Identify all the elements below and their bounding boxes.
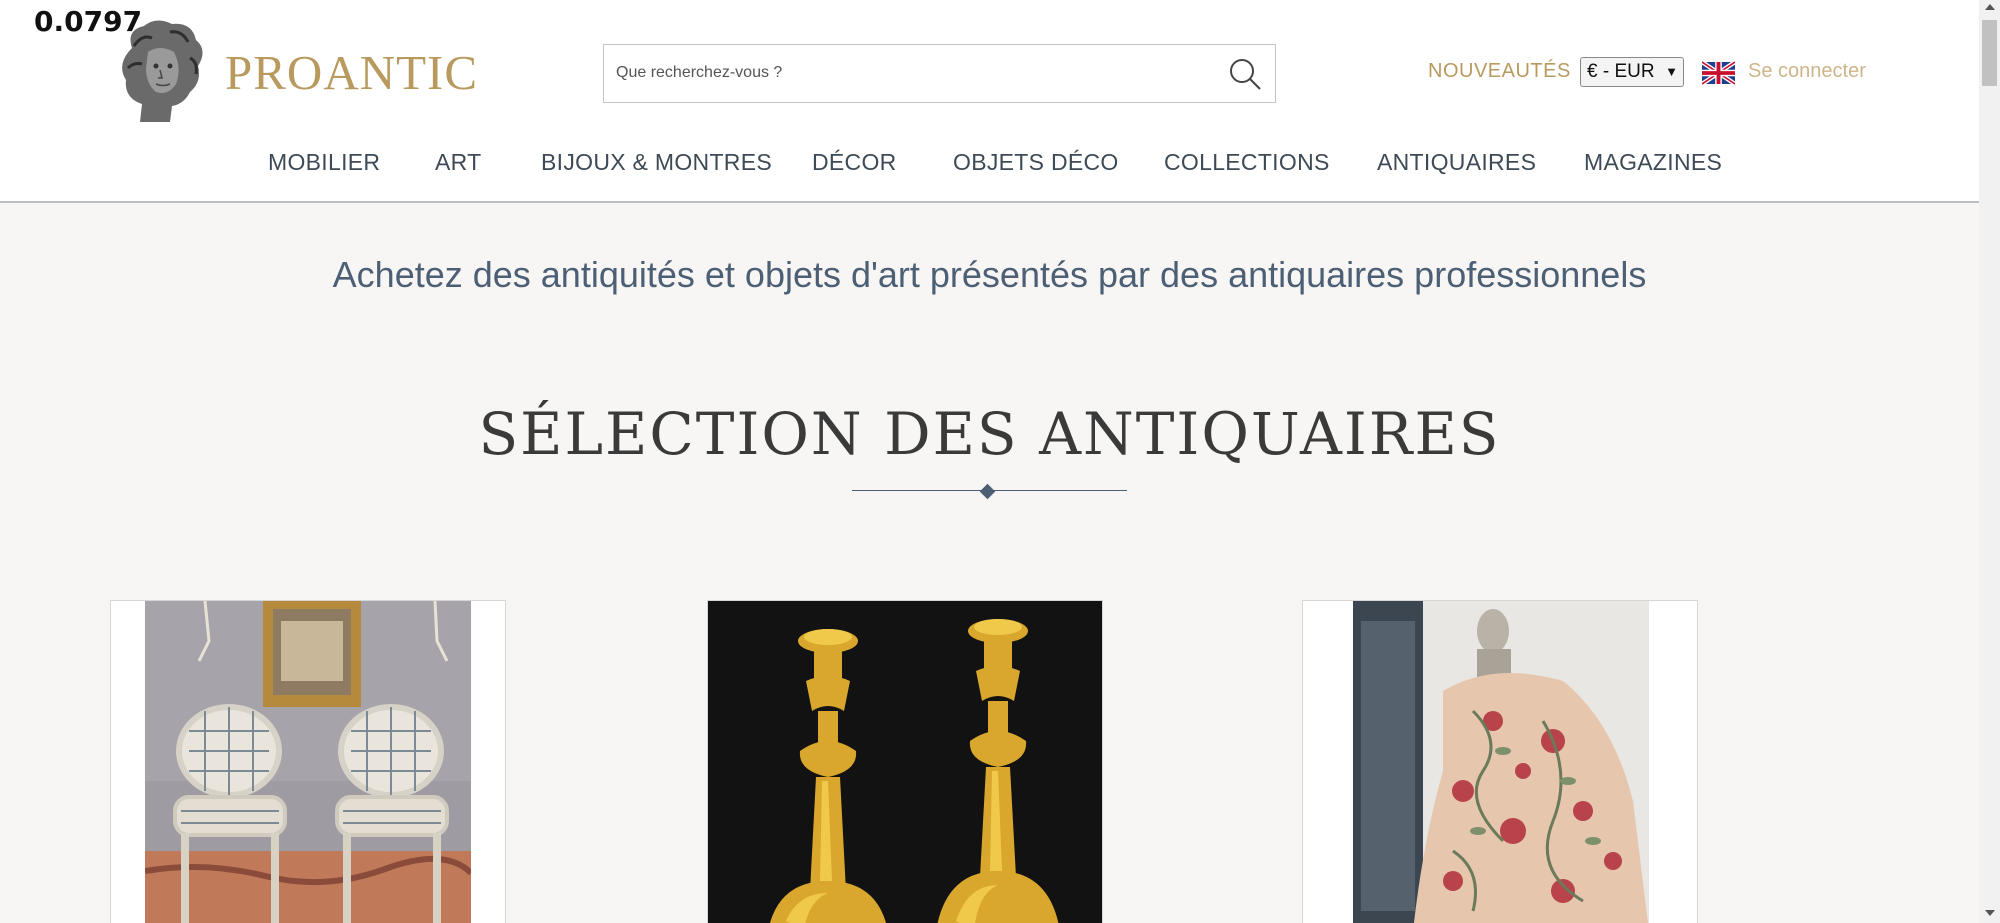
- overlay-score: 0.0797: [34, 5, 143, 38]
- product-card-chairs[interactable]: [110, 600, 506, 923]
- search-icon[interactable]: [1225, 54, 1265, 94]
- nav-item-collections[interactable]: COLLECTIONS: [1164, 149, 1330, 176]
- nav-item-magazines[interactable]: MAGAZINES: [1584, 149, 1722, 176]
- scroll-up-arrow-icon[interactable]: [1985, 4, 1995, 10]
- search-input[interactable]: [616, 45, 1206, 101]
- title-diamond-ornament: [979, 483, 996, 500]
- nav-item-mobilier[interactable]: MOBILIER: [268, 149, 380, 176]
- product-card-textile[interactable]: [1302, 600, 1698, 923]
- chairs-image[interactable]: [145, 601, 471, 923]
- chevron-down-icon: ▼: [1665, 64, 1678, 79]
- scroll-down-arrow-icon[interactable]: [1985, 910, 1995, 916]
- page-scrollbar[interactable]: [1979, 0, 2000, 923]
- brand-name[interactable]: PROANTIC: [225, 44, 478, 101]
- nav-item-objets-deco[interactable]: OBJETS DÉCO: [953, 149, 1119, 176]
- uk-flag-icon[interactable]: [1702, 61, 1735, 85]
- nav-item-bijoux-montres[interactable]: BIJOUX & MONTRES: [541, 149, 772, 176]
- candlesticks-image[interactable]: [708, 601, 1103, 923]
- currency-select[interactable]: € - EUR ▼: [1580, 57, 1684, 87]
- site-header: PROANTIC NOUVEAUTÉS € - EUR ▼ Se connect…: [0, 0, 1979, 203]
- nav-item-decor[interactable]: DÉCOR: [812, 149, 897, 176]
- scroll-thumb[interactable]: [1982, 20, 1997, 86]
- nav-item-antiquaires[interactable]: ANTIQUAIRES: [1377, 149, 1536, 176]
- currency-value: € - EUR: [1587, 61, 1655, 82]
- nav-item-art[interactable]: ART: [435, 149, 482, 176]
- nouveautes-link[interactable]: NOUVEAUTÉS: [1428, 60, 1571, 83]
- product-card-candlesticks[interactable]: [707, 600, 1103, 923]
- login-link[interactable]: Se connecter: [1748, 60, 1866, 83]
- section-title: SÉLECTION DES ANTIQUAIRES: [478, 400, 1501, 468]
- page-tagline: Achetez des antiquités et objets d'art p…: [332, 254, 1647, 295]
- textile-image[interactable]: [1353, 601, 1649, 923]
- search-box: [603, 44, 1276, 103]
